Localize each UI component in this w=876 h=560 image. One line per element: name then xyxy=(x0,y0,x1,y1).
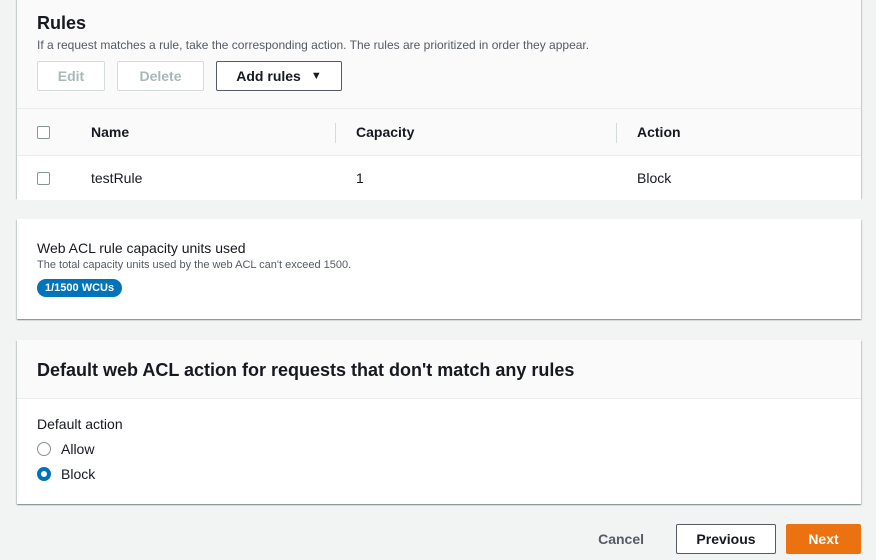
capacity-description: The total capacity units used by the web… xyxy=(37,259,352,271)
table-row[interactable]: testRule 1 Block xyxy=(17,156,861,200)
allow-radio[interactable] xyxy=(37,442,51,456)
select-all-cell xyxy=(17,109,71,155)
wcu-badge: 1/1500 WCUs xyxy=(37,279,123,297)
column-header-name[interactable]: Name xyxy=(71,109,336,155)
row-checkbox[interactable] xyxy=(37,171,50,185)
cancel-button[interactable]: Cancel xyxy=(576,524,666,554)
column-header-action[interactable]: Action xyxy=(617,109,861,155)
wizard-footer: Cancel Previous Next xyxy=(576,524,861,554)
edit-button[interactable]: Edit xyxy=(37,61,105,91)
radio-option-allow[interactable]: Allow xyxy=(37,441,841,457)
previous-button[interactable]: Previous xyxy=(676,524,776,554)
rule-name: testRule xyxy=(91,170,143,186)
default-action-title: Default web ACL action for requests that… xyxy=(37,360,575,380)
next-button[interactable]: Next xyxy=(786,524,861,554)
add-rules-button[interactable]: Add rules ▼ xyxy=(216,61,342,91)
add-rules-label: Add rules xyxy=(236,68,301,84)
rules-description: If a request matches a rule, take the co… xyxy=(37,38,590,52)
block-radio-label[interactable]: Block xyxy=(61,466,95,482)
default-action-label: Default action xyxy=(37,416,123,432)
select-all-checkbox[interactable] xyxy=(37,125,50,139)
rule-capacity: 1 xyxy=(356,170,364,186)
radio-option-block[interactable]: Block xyxy=(37,466,841,482)
rules-table: Name Capacity Action testRule 1 Block xyxy=(17,108,861,200)
capacity-panel: Web ACL rule capacity units used The tot… xyxy=(17,219,861,319)
block-radio[interactable] xyxy=(37,467,51,481)
rules-panel: Rules If a request matches a rule, take … xyxy=(17,0,861,200)
table-header: Name Capacity Action xyxy=(17,108,861,156)
row-select-cell xyxy=(17,156,71,200)
allow-radio-label[interactable]: Allow xyxy=(61,441,94,457)
capacity-title: Web ACL rule capacity units used xyxy=(37,240,246,256)
column-header-capacity[interactable]: Capacity xyxy=(336,109,617,155)
default-action-panel: Default web ACL action for requests that… xyxy=(17,340,861,504)
caret-down-icon: ▼ xyxy=(310,70,322,82)
rule-action: Block xyxy=(637,170,672,186)
rules-title: Rules xyxy=(37,13,87,33)
delete-button[interactable]: Delete xyxy=(117,61,204,91)
